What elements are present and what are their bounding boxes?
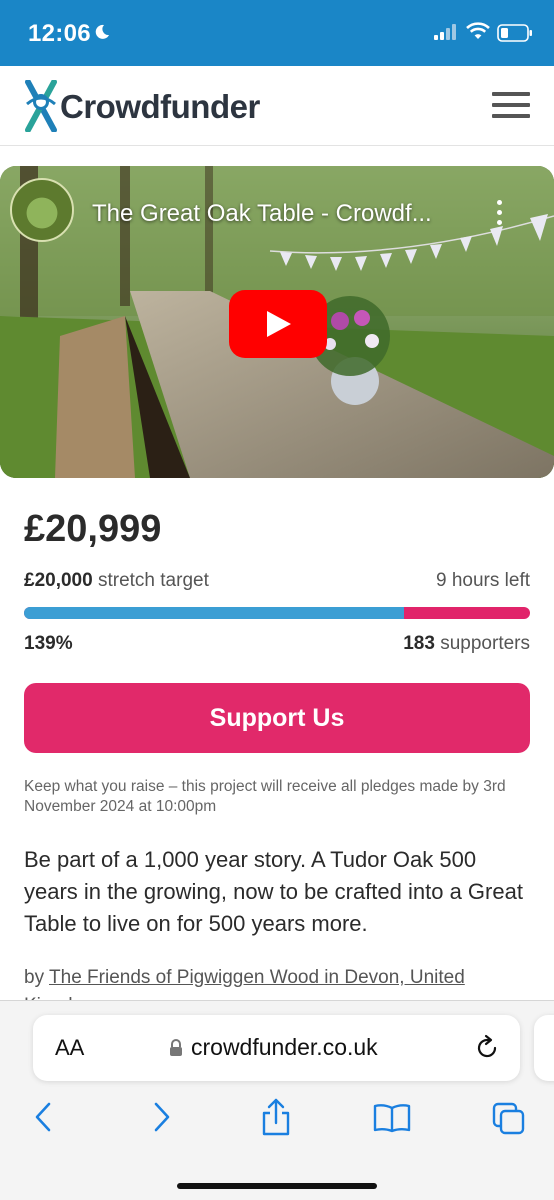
status-time: 12:06 xyxy=(28,20,91,47)
share-icon[interactable] xyxy=(260,1097,292,1137)
site-header: Crowdfunder xyxy=(0,66,554,146)
supporters-label: supporters xyxy=(440,633,530,654)
project-page: The Great Oak Table - Crowdf... £20,999 … xyxy=(0,146,554,1000)
owner-link[interactable]: The Friends of Pigwiggen Wood in Devon, … xyxy=(24,967,465,1000)
funding-progress-bar xyxy=(24,607,530,619)
stretch-target: £20,000 stretch target xyxy=(24,570,209,592)
home-indicator xyxy=(177,1183,377,1189)
menu-icon-bar xyxy=(492,92,530,96)
youtube-play-button[interactable] xyxy=(229,290,327,358)
logo-text[interactable]: Crowdfunder xyxy=(60,88,260,126)
signal-icon xyxy=(434,24,456,40)
battery-icon xyxy=(497,24,532,42)
channel-avatar[interactable] xyxy=(10,178,74,242)
text-size-button[interactable]: AA xyxy=(55,1035,84,1061)
bookmarks-icon[interactable] xyxy=(373,1103,411,1133)
wifi-icon xyxy=(466,22,490,39)
url-text[interactable]: crowdfunder.co.uk xyxy=(191,1034,378,1061)
menu-icon-bar xyxy=(492,103,530,107)
byline-prefix: by xyxy=(24,967,45,988)
video-title[interactable]: The Great Oak Table - Crowdf... xyxy=(92,200,432,228)
project-byline: by The Friends of Pigwiggen Wood in Devo… xyxy=(24,964,534,1000)
funded-percent: 139% xyxy=(24,633,73,654)
amount-raised: £20,999 xyxy=(24,508,162,550)
target-amount: £20,000 xyxy=(24,570,93,591)
hamburger-menu-button[interactable] xyxy=(492,92,530,122)
menu-icon-bar xyxy=(492,114,530,118)
video-more-options-icon[interactable] xyxy=(492,200,506,230)
target-label: stretch target xyxy=(97,570,209,591)
supporters-count: 183 supporters xyxy=(403,633,530,655)
support-us-button[interactable]: Support Us xyxy=(24,683,530,753)
browser-toolbar: AA crowdfunder.co.uk xyxy=(0,1000,554,1200)
keep-what-you-raise-note: Keep what you raise – this project will … xyxy=(24,778,506,815)
forward-icon[interactable] xyxy=(152,1101,172,1133)
crowdfunder-logo-icon[interactable] xyxy=(24,80,58,132)
play-icon xyxy=(267,311,291,337)
lock-icon xyxy=(170,1039,182,1056)
status-bar: 12:06 xyxy=(0,0,554,66)
progress-fill xyxy=(24,607,404,619)
tabs-icon[interactable] xyxy=(492,1102,526,1136)
reload-icon[interactable] xyxy=(475,1034,499,1060)
time-left: 9 hours left xyxy=(436,570,530,591)
supporters-number: 183 xyxy=(403,633,435,654)
project-tagline: Be part of a 1,000 year story. A Tudor O… xyxy=(24,847,523,936)
address-bar[interactable]: AA crowdfunder.co.uk xyxy=(33,1015,520,1081)
next-tab-preview[interactable] xyxy=(534,1015,554,1081)
moon-icon xyxy=(95,24,109,39)
video-embed[interactable]: The Great Oak Table - Crowdf... xyxy=(0,166,554,478)
back-icon[interactable] xyxy=(33,1101,53,1133)
